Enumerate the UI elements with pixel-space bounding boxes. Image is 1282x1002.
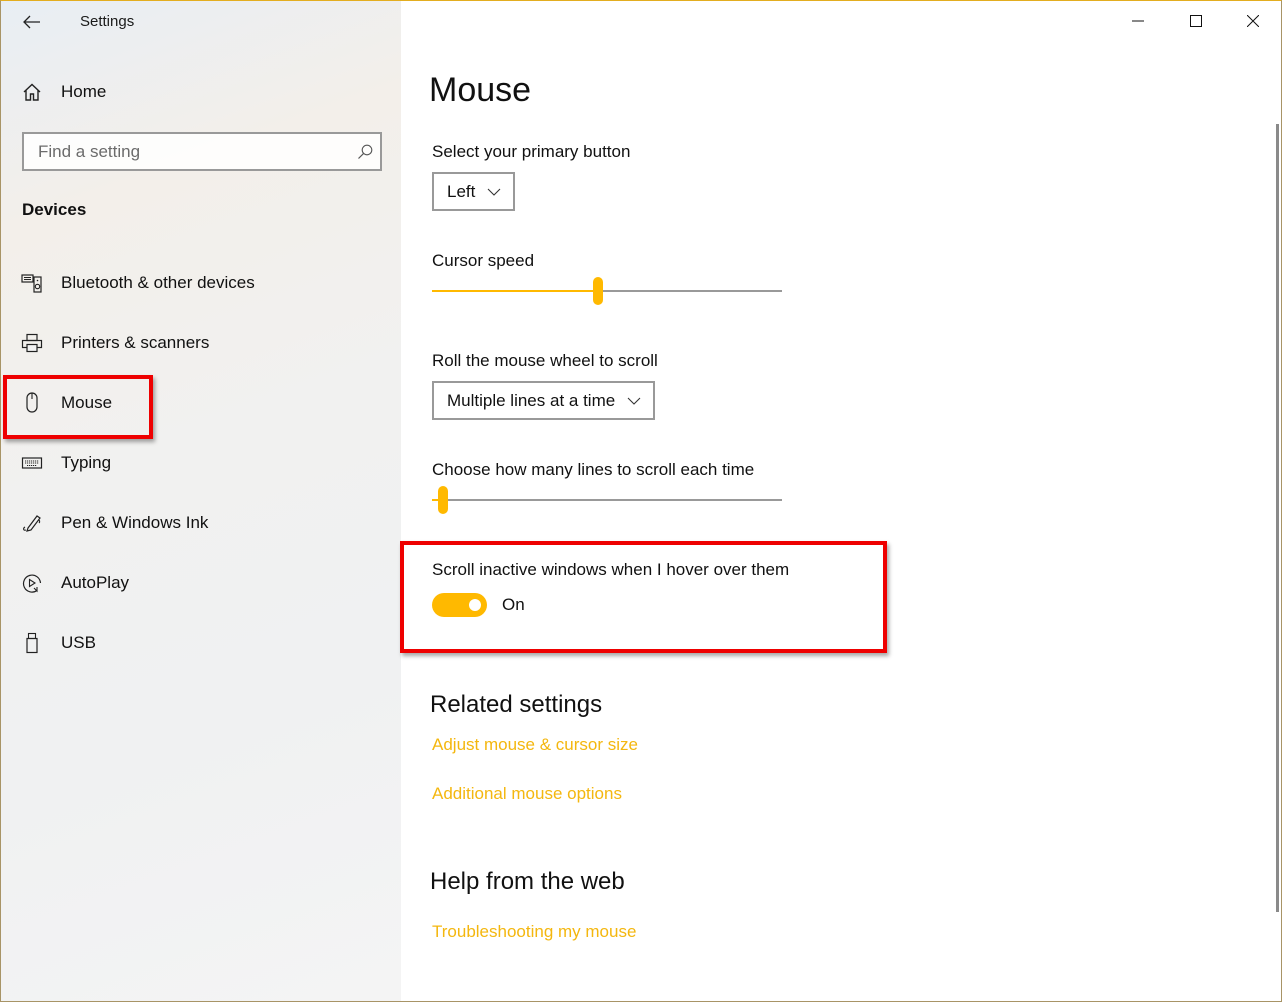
page-title: Mouse (429, 71, 532, 109)
minimize-button[interactable] (1109, 1, 1166, 41)
autoplay-icon (21, 572, 43, 594)
maximize-button[interactable] (1167, 1, 1224, 41)
scroll-inactive-row: On (432, 593, 525, 617)
lines-to-scroll-slider[interactable] (432, 485, 782, 515)
pen-icon (21, 512, 43, 534)
chevron-down-icon (627, 397, 641, 405)
app-title: Settings (80, 13, 135, 30)
sidebar-item-label: AutoPlay (61, 573, 130, 592)
slider-thumb[interactable] (593, 277, 603, 305)
main-content: Mouse Select your primary button Left Cu… (400, 1, 1281, 1001)
home-icon (21, 81, 43, 103)
cursor-speed-slider[interactable] (432, 276, 782, 306)
usb-icon (21, 632, 43, 654)
section-heading: Devices (22, 200, 87, 219)
sidebar-item-mouse[interactable]: Mouse (1, 373, 401, 433)
slider-track (432, 499, 782, 501)
sidebar-item-label: Pen & Windows Ink (61, 513, 209, 532)
search-input[interactable] (24, 134, 350, 169)
sidebar-item-label: USB (61, 633, 96, 652)
sidebar-item-usb[interactable]: USB (1, 613, 401, 673)
back-button[interactable] (21, 11, 43, 33)
mouse-icon (21, 392, 43, 414)
printer-icon (21, 332, 43, 354)
search-box[interactable] (22, 132, 382, 171)
related-settings-heading: Related settings (430, 691, 603, 718)
slider-thumb[interactable] (438, 486, 448, 514)
bluetooth-devices-icon (21, 272, 43, 294)
sidebar-item-label: Typing (61, 453, 112, 472)
scroll-inactive-toggle[interactable] (432, 593, 487, 617)
sidebar-item-autoplay[interactable]: AutoPlay (1, 553, 401, 613)
keyboard-icon (21, 452, 43, 474)
scrollbar[interactable] (1276, 124, 1279, 912)
settings-window: Settings Home Devices (0, 0, 1282, 1002)
search-icon[interactable] (350, 144, 380, 160)
maximize-icon (1189, 15, 1202, 27)
sidebar-item-printers[interactable]: Printers & scanners (1, 313, 401, 373)
minimize-icon (1131, 20, 1144, 22)
primary-button-label: Select your primary button (432, 142, 631, 161)
wheel-scroll-dropdown[interactable]: Multiple lines at a time (432, 381, 656, 420)
link-additional-mouse-options[interactable]: Additional mouse options (432, 784, 622, 804)
sidebar-home[interactable]: Home (21, 81, 106, 103)
sidebar-item-pen[interactable]: Pen & Windows Ink (1, 493, 401, 553)
primary-button-value: Left (447, 181, 476, 201)
toggle-state-label: On (502, 595, 525, 614)
sidebar-nav: Bluetooth & other devices Printers & sca… (1, 253, 401, 673)
home-label: Home (61, 82, 107, 101)
sidebar-item-bluetooth[interactable]: Bluetooth & other devices (1, 253, 401, 313)
wheel-scroll-label: Roll the mouse wheel to scroll (432, 351, 658, 370)
sidebar-item-label: Bluetooth & other devices (61, 273, 255, 292)
link-troubleshooting-mouse[interactable]: Troubleshooting my mouse (432, 922, 636, 942)
sidebar-item-label: Printers & scanners (61, 333, 210, 352)
chevron-down-icon (487, 188, 501, 196)
wheel-scroll-value: Multiple lines at a time (447, 390, 616, 410)
close-icon (1246, 15, 1259, 27)
scroll-inactive-label: Scroll inactive windows when I hover ove… (432, 560, 790, 579)
cursor-speed-label: Cursor speed (432, 251, 535, 270)
sidebar-item-label: Mouse (61, 393, 113, 412)
sidebar-item-typing[interactable]: Typing (1, 433, 401, 493)
back-arrow-icon (23, 15, 40, 29)
primary-button-dropdown[interactable]: Left (432, 172, 516, 211)
link-adjust-mouse-cursor-size[interactable]: Adjust mouse & cursor size (432, 735, 638, 755)
toggle-knob (469, 599, 481, 611)
close-button[interactable] (1224, 1, 1281, 41)
slider-fill (432, 290, 598, 292)
lines-to-scroll-label: Choose how many lines to scroll each tim… (432, 460, 755, 479)
help-heading: Help from the web (430, 868, 625, 895)
sidebar: Settings Home Devices (1, 1, 401, 1001)
